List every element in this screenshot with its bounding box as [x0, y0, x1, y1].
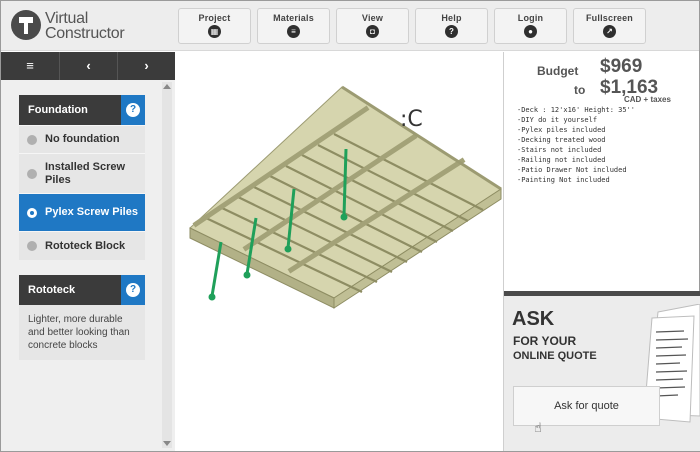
radio-icon: [27, 134, 37, 145]
question-icon: ?: [126, 283, 140, 297]
spec-line: -Decking treated wood: [517, 136, 606, 144]
nav-button-help[interactable]: Help ?: [415, 8, 488, 44]
foundation-help-button[interactable]: ?: [121, 95, 145, 125]
option-label: No foundation: [45, 133, 120, 145]
logo-text-line2: Constructor: [45, 25, 125, 42]
radio-icon: [27, 168, 37, 179]
spec-line: -Railing not included: [517, 156, 606, 164]
3d-viewport[interactable]: :C: [176, 52, 503, 451]
radio-icon: [27, 241, 37, 251]
back-arrow-icon[interactable]: ‹: [59, 52, 117, 80]
nav-button-login[interactable]: Login ●: [494, 8, 567, 44]
svg-text::C: :C: [400, 107, 423, 132]
scroll-down-icon[interactable]: [163, 441, 171, 446]
deck-3d-model: :C: [189, 85, 502, 309]
nav-button-project[interactable]: Project ▦: [178, 8, 251, 44]
question-icon: ?: [445, 25, 458, 38]
rototeck-title: Rototeck ?: [19, 275, 145, 305]
forward-arrow-icon[interactable]: ›: [117, 52, 175, 80]
spec-line: -Deck : 12'x16' Height: 35'': [517, 106, 636, 114]
option-pylex-screw-piles[interactable]: Pylex Screw Piles: [19, 193, 145, 231]
quote-subtitle-2: ONLINE QUOTE: [513, 350, 597, 362]
project-specs-list: -Deck : 12'x16' Height: 35'' -DIY do it …: [517, 105, 635, 185]
nav-button-label: View: [361, 13, 384, 23]
spec-line: -Pylex piles included: [517, 126, 606, 134]
nav-button-fullscreen[interactable]: Fullscreen ↗: [573, 8, 646, 44]
nav-button-label: Fullscreen: [585, 13, 634, 23]
spec-line: -Stairs not included: [517, 146, 602, 154]
quote-subtitle-1: FOR YOUR: [513, 334, 577, 348]
budget-label: Budget: [537, 64, 579, 78]
menu-icon[interactable]: ≡: [1, 52, 59, 80]
rototeck-section: Rototeck ? Lighter, more durable and bet…: [19, 275, 145, 360]
option-no-foundation[interactable]: No foundation: [19, 125, 145, 153]
option-label: Rototeck Block: [45, 239, 126, 252]
nav-button-view[interactable]: View ◘: [336, 8, 409, 44]
list-icon: ≡: [287, 25, 300, 38]
scroll-up-icon[interactable]: [163, 84, 171, 89]
question-icon: ?: [126, 103, 140, 117]
hand-cursor-icon: ☝: [534, 420, 542, 435]
quote-title: ASK: [512, 308, 555, 330]
option-label: Installed Screw Piles: [45, 160, 126, 186]
budget-panel: Budget $969 to $1,163 CAD + taxes -Deck …: [504, 52, 700, 290]
right-sidebar: Budget $969 to $1,163 CAD + taxes -Deck …: [503, 52, 700, 451]
nav-button-label: Project: [198, 13, 231, 23]
rototeck-description: Lighter, more durable and better looking…: [19, 305, 145, 360]
quote-panel: ASK FOR YOUR ONLINE QUOTE Ask for quote …: [504, 296, 700, 451]
spec-line: -Painting Not included: [517, 176, 610, 184]
nav-button-materials[interactable]: Materials ≡: [257, 8, 330, 44]
budget-to-label: to: [574, 83, 586, 97]
option-rototeck-block[interactable]: Rototeck Block: [19, 231, 145, 260]
spec-line: -Patio Drawer Not included: [517, 166, 627, 174]
spec-line: -DIY do it yourself: [517, 116, 598, 124]
share-icon: ↗: [603, 25, 616, 38]
currency-note: CAD + taxes: [624, 95, 671, 104]
camera-icon: ◘: [366, 25, 379, 38]
nav-button-label: Help: [441, 13, 462, 23]
left-sidebar: ≡ ‹ › Foundation ? No foundation Install…: [1, 52, 175, 451]
nav-button-label: Materials: [273, 13, 314, 23]
foundation-section: Foundation ? No foundation Installed Scr…: [19, 95, 145, 260]
hammer-logo-icon: [11, 10, 41, 40]
rototeck-help-button[interactable]: ?: [121, 275, 145, 305]
option-label: Pylex Screw Piles: [45, 206, 138, 218]
grid-icon: ▦: [208, 25, 221, 38]
section-title-text: Rototeck: [28, 284, 76, 296]
sidebar-scrollbar[interactable]: [162, 82, 172, 448]
top-toolbar: Virtual Constructor Project ▦ Materials …: [1, 1, 699, 51]
user-icon: ●: [524, 25, 537, 38]
section-title-text: Foundation: [28, 104, 88, 116]
nav-button-label: Login: [517, 13, 544, 23]
sidebar-toolbar: ≡ ‹ ›: [1, 52, 175, 80]
radio-selected-icon: [27, 207, 37, 218]
app-logo[interactable]: Virtual Constructor: [11, 10, 171, 44]
foundation-title: Foundation ?: [19, 95, 145, 125]
option-installed-screw-piles[interactable]: Installed Screw Piles: [19, 153, 145, 193]
budget-min-price: $969: [600, 56, 643, 77]
